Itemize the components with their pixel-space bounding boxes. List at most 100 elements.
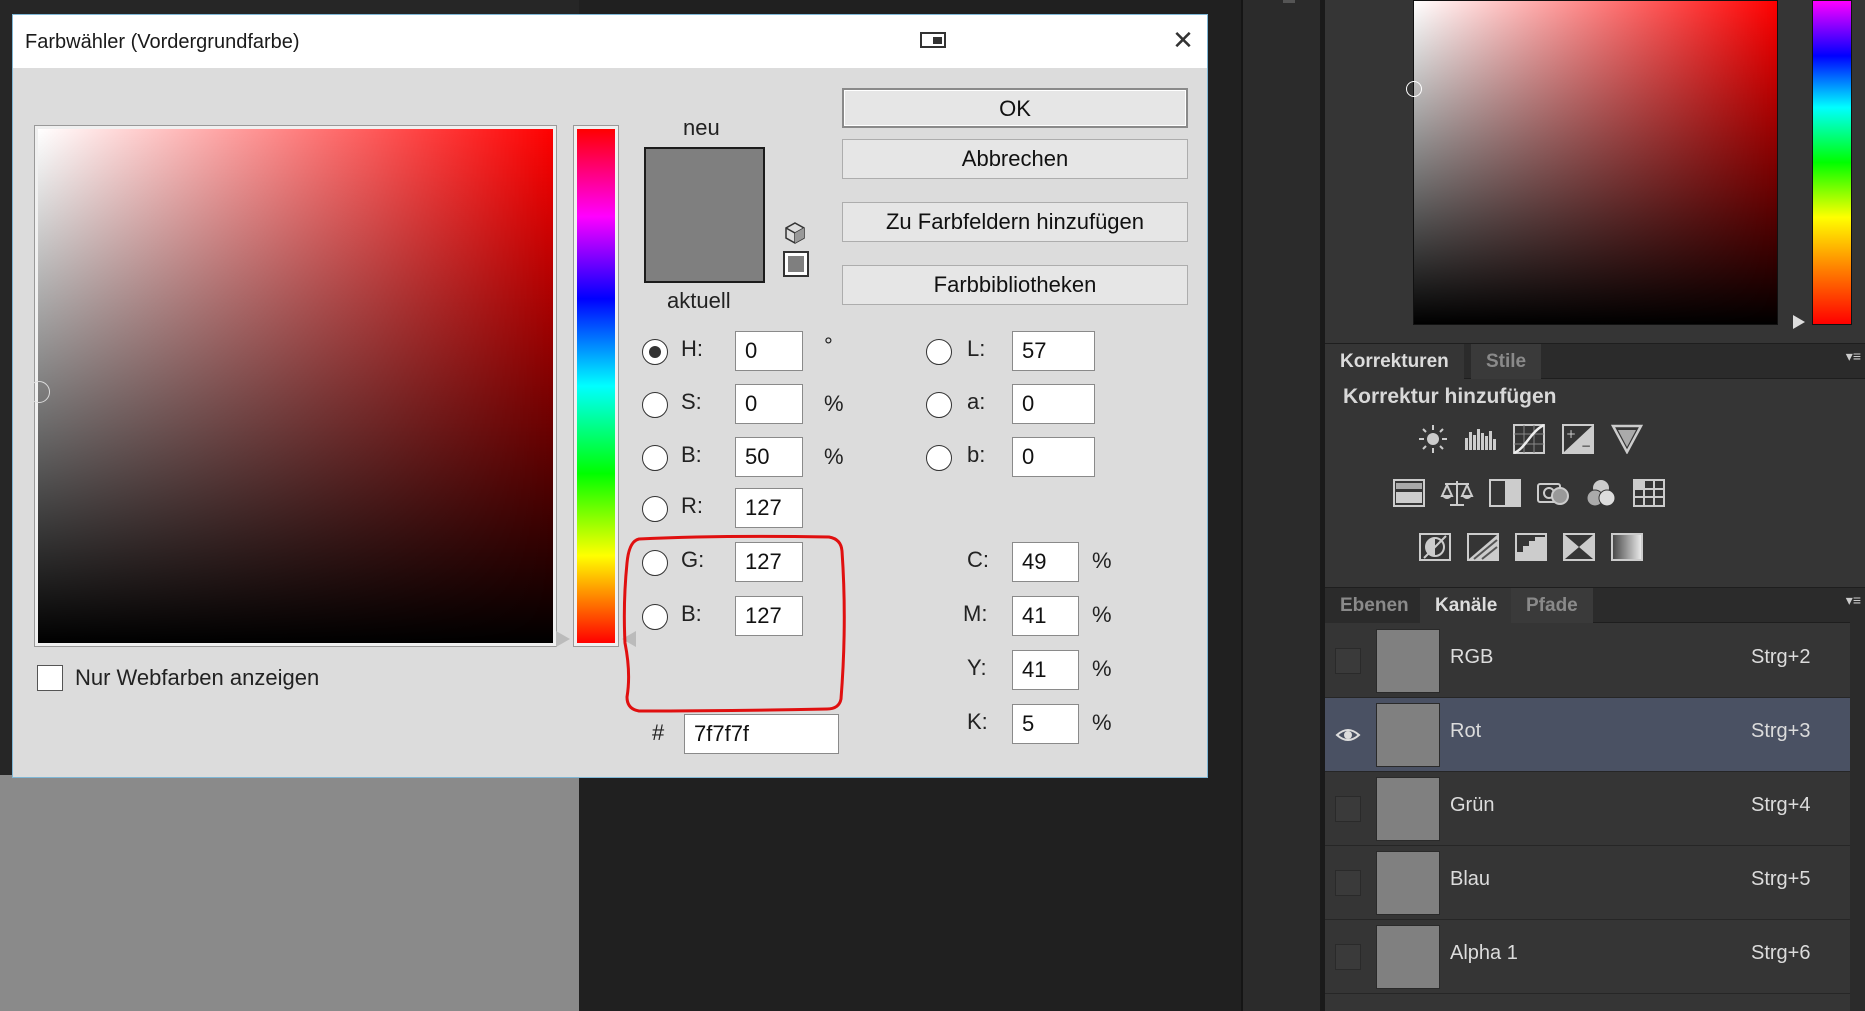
radio-a[interactable] [926, 392, 952, 418]
label-lab-b: b: [967, 442, 986, 467]
web-colors-checkbox[interactable] [37, 665, 63, 691]
label-r: R: [681, 493, 703, 518]
posterize-icon[interactable] [1466, 532, 1500, 562]
radio-r[interactable] [642, 496, 668, 522]
photo-filter-icon[interactable] [1536, 478, 1570, 508]
radio-lab-b[interactable] [926, 445, 952, 471]
threshold-icon[interactable] [1514, 532, 1548, 562]
channel-thumbnail [1376, 925, 1440, 989]
hex-field[interactable]: 7f7f7f [684, 714, 839, 754]
visibility-toggle[interactable] [1335, 796, 1361, 822]
field-lab-b[interactable]: 0 [1012, 437, 1095, 477]
field-y[interactable]: 41 [1012, 650, 1079, 690]
radio-b-hsb[interactable] [642, 445, 668, 471]
panel-scroll-edge [1850, 620, 1865, 1011]
field-m[interactable]: 41 [1012, 596, 1079, 636]
channel-thumbnail [1376, 629, 1440, 693]
web-colors-label: Nur Webfarben anzeigen [75, 665, 320, 690]
black-white-icon[interactable] [1488, 478, 1522, 508]
dialog-titlebar[interactable]: Farbwähler (Vordergrundfarbe) ✕ [13, 15, 1207, 68]
levels-icon[interactable] [1463, 424, 1497, 454]
tab-stile[interactable]: Stile [1471, 344, 1542, 379]
field-s[interactable]: 0 [735, 384, 803, 424]
channel-shortcut: Strg+6 [1751, 942, 1811, 964]
label-h: H: [681, 336, 703, 361]
color-panel-field[interactable] [1406, 0, 1778, 325]
add-to-swatches-button[interactable]: Zu Farbfeldern hinzufügen [842, 202, 1188, 242]
channel-row-alpha1[interactable]: Alpha 1 Strg+6 [1325, 920, 1850, 994]
unit-b-hsb: % [824, 444, 844, 469]
visibility-toggle[interactable] [1335, 944, 1361, 970]
tab-kanaele[interactable]: Kanäle [1420, 588, 1513, 623]
cancel-button[interactable]: Abbrechen [842, 139, 1188, 179]
layers-tabbar: Ebenen Kanäle Pfade ▾≡ [1325, 587, 1865, 623]
new-color-label: neu [683, 115, 720, 140]
field-k[interactable]: 5 [1012, 704, 1079, 744]
hue-slider[interactable] [573, 125, 619, 647]
label-k: K: [967, 709, 988, 734]
label-a: a: [967, 389, 986, 414]
visibility-toggle[interactable] [1335, 648, 1361, 674]
field-c[interactable]: 49 [1012, 542, 1079, 582]
channel-name: RGB [1450, 646, 1494, 668]
tab-korrekturen[interactable]: Korrekturen [1325, 344, 1464, 379]
panel-menu-icon[interactable]: ▾≡ [1846, 348, 1861, 365]
svg-text:−: − [1581, 439, 1591, 453]
channel-name: Alpha 1 [1450, 942, 1518, 964]
unit-k: % [1092, 710, 1112, 735]
color-panel-picker[interactable] [1406, 81, 1422, 97]
channel-row-gruen[interactable]: Grün Strg+4 [1325, 772, 1850, 846]
adjustments-heading: Korrektur hinzufügen [1343, 385, 1557, 408]
websafe-color-icon[interactable] [783, 251, 809, 277]
channel-shortcut: Strg+2 [1751, 646, 1811, 668]
label-s: S: [681, 389, 702, 414]
eye-icon[interactable] [1335, 722, 1361, 748]
panel-menu-icon[interactable]: ▾≡ [1846, 592, 1861, 609]
radio-l[interactable] [926, 339, 952, 365]
label-c: C: [967, 547, 989, 572]
color-panel-hue-handle[interactable] [1793, 315, 1805, 329]
radio-h[interactable] [642, 339, 668, 365]
unit-y: % [1092, 656, 1112, 681]
field-a[interactable]: 0 [1012, 384, 1095, 424]
channel-mixer-icon[interactable] [1584, 478, 1618, 508]
field-r[interactable]: 127 [735, 488, 803, 528]
color-balance-icon[interactable] [1440, 478, 1474, 508]
hue-saturation-icon[interactable] [1392, 478, 1426, 508]
saturation-brightness-field[interactable] [28, 125, 557, 647]
invert-icon[interactable] [1418, 532, 1452, 562]
window-mode-icon[interactable] [920, 29, 948, 51]
field-h[interactable]: 0 [735, 331, 803, 371]
field-l[interactable]: 57 [1012, 331, 1095, 371]
channel-row-rot[interactable]: Rot Strg+3 [1325, 698, 1850, 772]
tab-pfade[interactable]: Pfade [1511, 588, 1593, 623]
ok-button[interactable]: OK [842, 88, 1188, 128]
exposure-icon[interactable]: + − [1561, 424, 1595, 454]
channel-shortcut: Strg+5 [1751, 868, 1811, 890]
channel-name: Grün [1450, 794, 1495, 816]
color-field-picker[interactable] [28, 381, 50, 403]
field-b-hsb[interactable]: 50 [735, 437, 803, 477]
color-lookup-icon[interactable] [1632, 478, 1666, 508]
gamut-cube-icon[interactable] [783, 221, 807, 245]
color-libraries-button[interactable]: Farbbibliotheken [842, 265, 1188, 305]
brightness-contrast-icon[interactable] [1416, 424, 1450, 454]
vibrance-icon[interactable] [1610, 424, 1644, 455]
channel-thumbnail [1376, 851, 1440, 915]
close-icon[interactable]: ✕ [1168, 26, 1198, 56]
current-color-label: aktuell [667, 288, 731, 313]
adjustments-tabbar: Korrekturen Stile ▾≡ [1325, 343, 1865, 379]
svg-text:+: + [1566, 427, 1576, 441]
gradient-map-icon[interactable] [1610, 532, 1644, 562]
channel-row-blau[interactable]: Blau Strg+5 [1325, 846, 1850, 920]
curves-icon[interactable] [1512, 423, 1546, 455]
tab-ebenen[interactable]: Ebenen [1325, 588, 1424, 623]
channel-row-rgb[interactable]: RGB Strg+2 [1325, 624, 1850, 698]
radio-s[interactable] [642, 392, 668, 418]
red-highlight-annotation [622, 534, 846, 713]
visibility-toggle[interactable] [1335, 870, 1361, 896]
hex-label: # [652, 720, 665, 745]
hue-slider-handle-left[interactable] [556, 631, 570, 647]
color-panel-hue-slider[interactable] [1812, 0, 1852, 325]
selective-color-icon[interactable] [1562, 532, 1596, 562]
